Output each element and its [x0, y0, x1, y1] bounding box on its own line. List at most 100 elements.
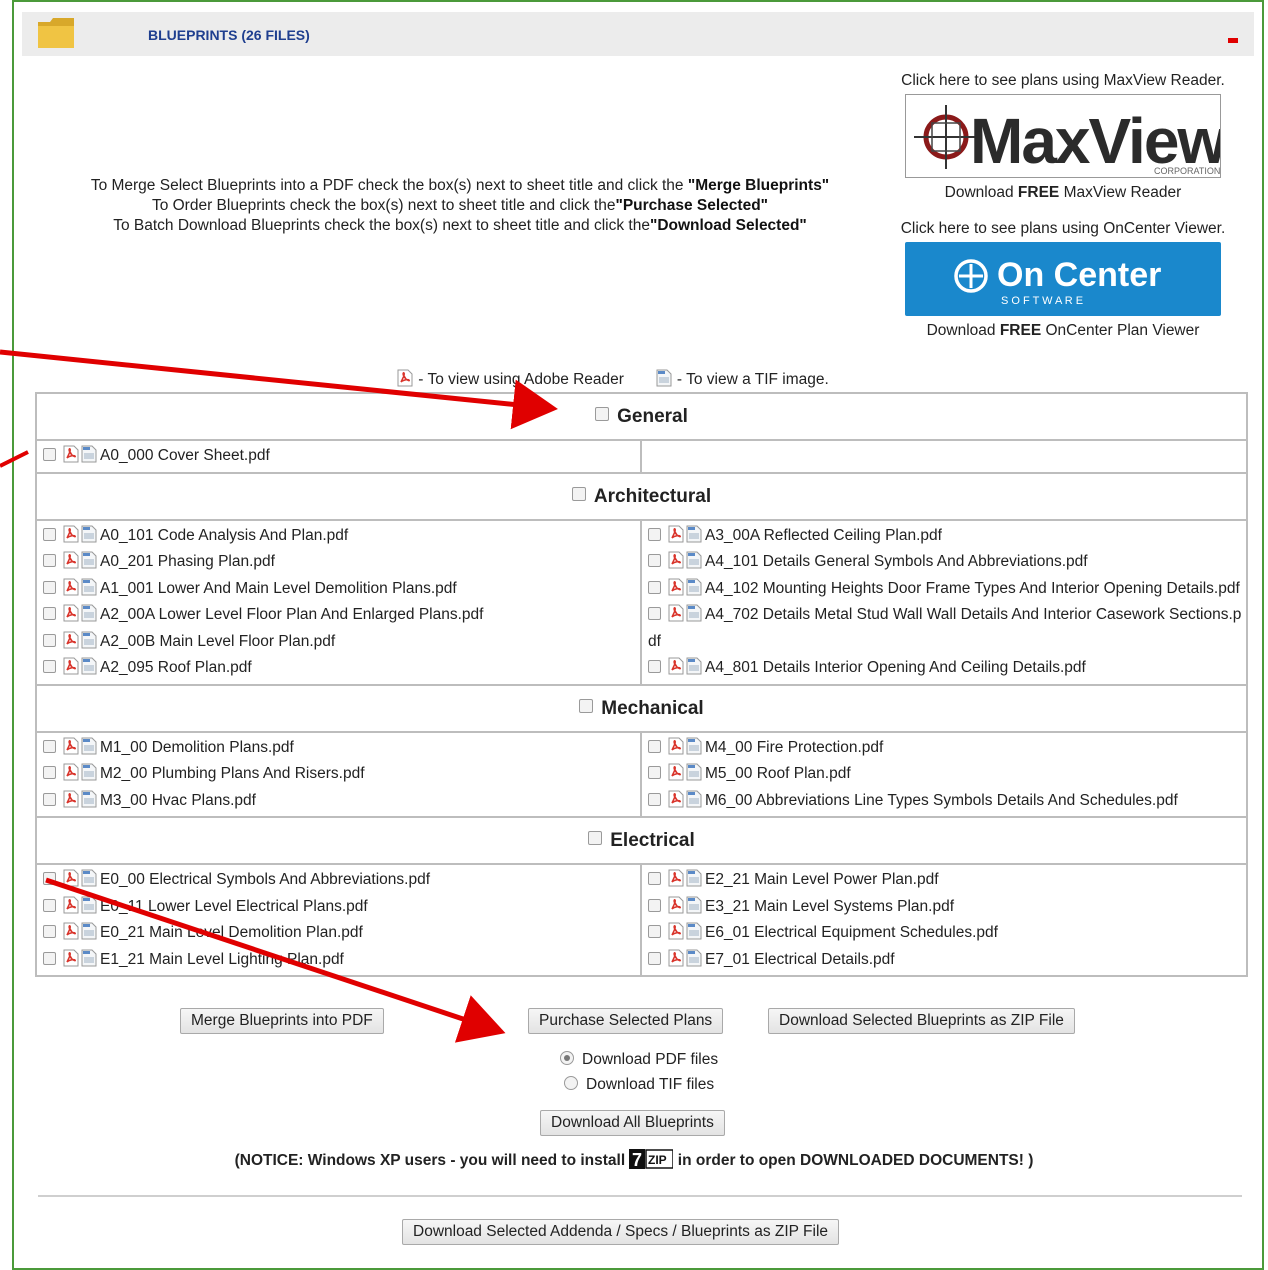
- pdf-icon[interactable]: [667, 869, 685, 887]
- pdf-icon[interactable]: [62, 763, 80, 781]
- tif-icon[interactable]: [80, 657, 98, 675]
- tif-icon[interactable]: [80, 763, 98, 781]
- file-name[interactable]: M4_00 Fire Protection.pdf: [705, 739, 883, 756]
- download-all-button[interactable]: Download All Blueprints: [540, 1110, 725, 1136]
- tif-icon[interactable]: [685, 949, 703, 967]
- oncenter-download-link[interactable]: Download FREE OnCenter Plan Viewer: [888, 322, 1238, 340]
- file-name[interactable]: E0_21 Main Level Demolition Plan.pdf: [100, 924, 363, 941]
- file-item[interactable]: A4_801 Details Interior Opening And Ceil…: [648, 655, 1246, 682]
- tif-icon[interactable]: [80, 869, 98, 887]
- radio-tif-control[interactable]: [564, 1076, 578, 1090]
- file-checkbox[interactable]: [648, 951, 661, 965]
- purchase-button[interactable]: Purchase Selected Plans: [528, 1008, 724, 1034]
- pdf-icon[interactable]: [667, 551, 685, 569]
- tif-icon[interactable]: [685, 790, 703, 808]
- file-item[interactable]: E6_01 Electrical Equipment Schedules.pdf: [648, 920, 1246, 947]
- pdf-icon[interactable]: [62, 551, 80, 569]
- file-name[interactable]: A3_00A Reflected Ceiling Plan.pdf: [705, 527, 942, 544]
- file-name[interactable]: M1_00 Demolition Plans.pdf: [100, 739, 294, 756]
- pdf-icon[interactable]: [62, 737, 80, 755]
- file-item[interactable]: M3_00 Hvac Plans.pdf: [43, 788, 640, 815]
- file-checkbox[interactable]: [648, 607, 661, 620]
- pdf-icon[interactable]: [62, 525, 80, 543]
- category-checkbox[interactable]: [579, 698, 594, 713]
- merge-button[interactable]: Merge Blueprints into PDF: [180, 1008, 384, 1034]
- file-checkbox[interactable]: [648, 872, 661, 885]
- maxview-link[interactable]: Click here to see plans using MaxView Re…: [888, 72, 1238, 90]
- file-item[interactable]: A0_201 Phasing Plan.pdf: [43, 549, 640, 576]
- pdf-icon[interactable]: [62, 578, 80, 596]
- file-checkbox[interactable]: [648, 554, 661, 567]
- tif-icon[interactable]: [685, 869, 703, 887]
- maxview-logo[interactable]: MaxView CORPORATION: [905, 94, 1229, 178]
- file-name[interactable]: M6_00 Abbreviations Line Types Symbols D…: [705, 792, 1178, 809]
- file-name[interactable]: E7_01 Electrical Details.pdf: [705, 951, 895, 968]
- pdf-icon[interactable]: [62, 949, 80, 967]
- pdf-icon[interactable]: [667, 657, 685, 675]
- file-item[interactable]: A1_001 Lower And Main Level Demolition P…: [43, 576, 640, 603]
- file-item[interactable]: A0_101 Code Analysis And Plan.pdf: [43, 523, 640, 550]
- file-name[interactable]: E0_00 Electrical Symbols And Abbreviatio…: [100, 871, 430, 888]
- file-item[interactable]: E1_21 Main Level Lighting Plan.pdf: [43, 947, 640, 974]
- file-checkbox[interactable]: [43, 580, 56, 594]
- file-checkbox[interactable]: [43, 792, 56, 806]
- tif-icon[interactable]: [685, 551, 703, 569]
- tif-icon[interactable]: [80, 631, 98, 649]
- file-item[interactable]: M1_00 Demolition Plans.pdf: [43, 735, 640, 762]
- file-name[interactable]: A2_00A Lower Level Floor Plan And Enlarg…: [100, 606, 483, 623]
- tif-icon[interactable]: [685, 737, 703, 755]
- file-item[interactable]: M4_00 Fire Protection.pdf: [648, 735, 1246, 762]
- pdf-icon[interactable]: [667, 525, 685, 543]
- tif-icon[interactable]: [685, 578, 703, 596]
- file-name[interactable]: A0_101 Code Analysis And Plan.pdf: [100, 527, 348, 544]
- file-name[interactable]: A2_00B Main Level Floor Plan.pdf: [100, 633, 335, 650]
- oncenter-logo[interactable]: On Center S O F T W A R E: [905, 242, 1221, 316]
- file-item[interactable]: A4_702 Details Metal Stud Wall Wall Deta…: [648, 602, 1246, 655]
- oncenter-link[interactable]: Click here to see plans using OnCenter V…: [888, 220, 1238, 238]
- file-checkbox[interactable]: [43, 448, 56, 461]
- file-name[interactable]: A1_001 Lower And Main Level Demolition P…: [100, 580, 457, 597]
- tif-icon[interactable]: [685, 896, 703, 914]
- download-addenda-button[interactable]: Download Selected Addenda / Specs / Blue…: [402, 1219, 840, 1245]
- file-name[interactable]: A4_801 Details Interior Opening And Ceil…: [705, 659, 1086, 676]
- collapse-icon[interactable]: [1228, 38, 1238, 43]
- tif-icon[interactable]: [685, 922, 703, 940]
- pdf-icon[interactable]: [667, 922, 685, 940]
- file-checkbox[interactable]: [43, 872, 56, 885]
- file-name[interactable]: A2_095 Roof Plan.pdf: [100, 659, 252, 676]
- file-name[interactable]: M3_00 Hvac Plans.pdf: [100, 792, 256, 809]
- file-item[interactable]: A4_101 Details General Symbols And Abbre…: [648, 549, 1246, 576]
- file-item[interactable]: A3_00A Reflected Ceiling Plan.pdf: [648, 523, 1246, 550]
- pdf-icon[interactable]: [667, 790, 685, 808]
- file-name[interactable]: M2_00 Plumbing Plans And Risers.pdf: [100, 765, 365, 782]
- file-checkbox[interactable]: [43, 766, 56, 779]
- file-name[interactable]: A4_102 Mounting Heights Door Frame Types…: [705, 580, 1240, 597]
- file-item[interactable]: A0_000 Cover Sheet.pdf: [43, 443, 640, 470]
- pdf-icon[interactable]: [62, 922, 80, 940]
- tif-icon[interactable]: [685, 763, 703, 781]
- file-checkbox[interactable]: [648, 792, 661, 806]
- pdf-icon[interactable]: [667, 896, 685, 914]
- file-name[interactable]: A4_101 Details General Symbols And Abbre…: [705, 553, 1088, 570]
- tif-icon[interactable]: [80, 790, 98, 808]
- file-checkbox[interactable]: [648, 766, 661, 779]
- file-item[interactable]: M2_00 Plumbing Plans And Risers.pdf: [43, 761, 640, 788]
- pdf-icon[interactable]: [667, 578, 685, 596]
- pdf-icon[interactable]: [667, 737, 685, 755]
- file-checkbox[interactable]: [43, 925, 56, 938]
- file-item[interactable]: E7_01 Electrical Details.pdf: [648, 947, 1246, 974]
- file-item[interactable]: A2_00B Main Level Floor Plan.pdf: [43, 629, 640, 656]
- file-name[interactable]: A4_702 Details Metal Stud Wall Wall Deta…: [648, 606, 1241, 650]
- file-item[interactable]: E3_21 Main Level Systems Plan.pdf: [648, 894, 1246, 921]
- radio-pdf-control[interactable]: [560, 1051, 574, 1065]
- file-checkbox[interactable]: [43, 554, 56, 567]
- file-name[interactable]: A0_201 Phasing Plan.pdf: [100, 553, 275, 570]
- file-checkbox[interactable]: [43, 633, 56, 647]
- pdf-icon[interactable]: [62, 896, 80, 914]
- pdf-icon[interactable]: [62, 604, 80, 622]
- pdf-icon[interactable]: [62, 869, 80, 887]
- file-checkbox[interactable]: [43, 951, 56, 965]
- maxview-download-link[interactable]: Download FREE MaxView Reader: [888, 184, 1238, 202]
- file-checkbox[interactable]: [43, 660, 56, 673]
- file-item[interactable]: E0_00 Electrical Symbols And Abbreviatio…: [43, 867, 640, 894]
